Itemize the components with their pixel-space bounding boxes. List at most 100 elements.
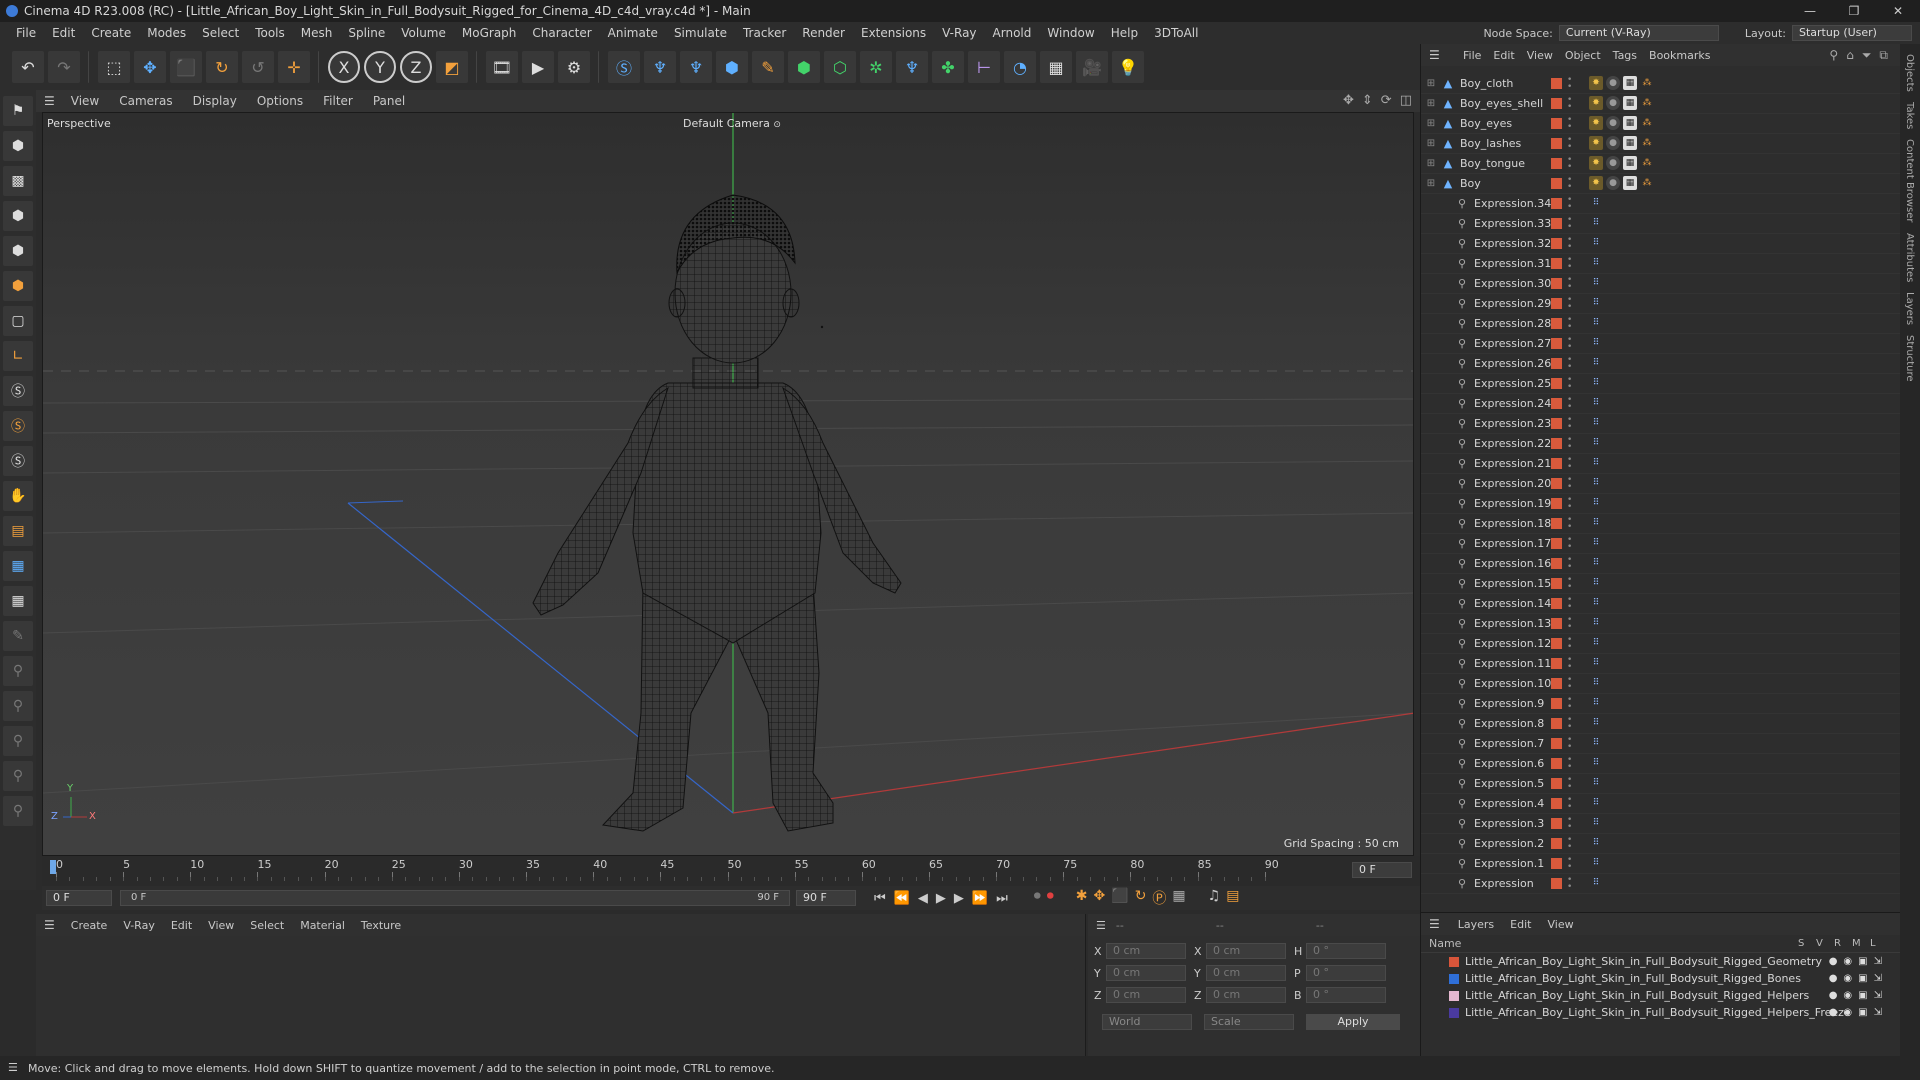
layer-color-swatch[interactable] — [1551, 558, 1562, 569]
layer-color-swatch[interactable] — [1551, 538, 1562, 549]
manager-icon[interactable]: ⇲ — [1874, 956, 1882, 967]
viewport-menu-display[interactable]: Display — [183, 94, 247, 108]
layer-color-swatch[interactable] — [1551, 358, 1562, 369]
menu-3dtoall[interactable]: 3DToAll — [1146, 26, 1206, 40]
snap-settings-icon[interactable]: Ⓢ — [3, 411, 33, 441]
object-menu-bookmarks[interactable]: Bookmarks — [1643, 49, 1716, 62]
go-to-start-icon[interactable]: ⏮ — [874, 891, 886, 906]
rotate-tool-icon[interactable]: ↻ — [206, 51, 238, 83]
object-row[interactable]: ⚲ Expression.10 • • ⠿ — [1421, 674, 1901, 694]
object-name[interactable]: Boy_tongue — [1460, 157, 1560, 170]
viewport-menu-cameras[interactable]: Cameras — [109, 94, 182, 108]
paint-icon[interactable]: ⚲ — [3, 656, 33, 686]
prev-frame-icon[interactable]: ◀ — [918, 891, 928, 906]
home-icon[interactable]: ⌂ — [1846, 48, 1854, 63]
object-menu-icon[interactable]: ☰ — [1429, 48, 1440, 62]
object-name[interactable]: Boy_eyes_shell — [1460, 97, 1560, 110]
visibility-dots-icon[interactable]: • • — [1567, 96, 1573, 112]
visible-icon[interactable]: ◉ — [1843, 956, 1852, 967]
material-tag-icon[interactable]: ● — [1606, 136, 1620, 150]
skin-tag-icon[interactable]: ⁂ — [1640, 96, 1654, 110]
visibility-dots-icon[interactable]: • • — [1567, 816, 1573, 832]
layer-color-swatch[interactable] — [1551, 458, 1562, 469]
object-row[interactable]: ⚲ Expression.26 • • ⠿ — [1421, 354, 1901, 374]
object-row[interactable]: ⚲ Expression.1 • • ⠿ — [1421, 854, 1901, 874]
object-row[interactable]: ⚲ Expression.3 • • ⠿ — [1421, 814, 1901, 834]
pose-morph-tag-icon[interactable]: ⠿ — [1589, 236, 1603, 250]
visibility-dots-icon[interactable]: • • — [1567, 536, 1573, 552]
layer-color-swatch[interactable] — [1551, 638, 1562, 649]
visibility-dots-icon[interactable]: • • — [1567, 456, 1573, 472]
visibility-dots-icon[interactable]: • • — [1567, 556, 1573, 572]
menu-file[interactable]: File — [8, 26, 44, 40]
weight-tag-icon[interactable]: ✸ — [1589, 136, 1603, 150]
smooth-icon[interactable]: ⚲ — [3, 691, 33, 721]
layer-color-swatch[interactable] — [1551, 518, 1562, 529]
object-row[interactable]: ⚲ Expression.13 • • ⠿ — [1421, 614, 1901, 634]
visibility-dots-icon[interactable]: • • — [1567, 736, 1573, 752]
layer-color-swatch[interactable] — [1551, 698, 1562, 709]
visibility-dots-icon[interactable]: • • — [1567, 476, 1573, 492]
uv-mode-icon[interactable]: ▢ — [3, 306, 33, 336]
menu-simulate[interactable]: Simulate — [666, 26, 735, 40]
edge-mode-icon[interactable]: ⬢ — [3, 236, 33, 266]
pose-morph-tag-icon[interactable]: ⠿ — [1589, 276, 1603, 290]
visibility-dots-icon[interactable]: • • — [1567, 236, 1573, 252]
menu-v-ray[interactable]: V-Ray — [934, 26, 984, 40]
search-icon[interactable]: ⚲ — [1829, 48, 1838, 63]
visibility-dots-icon[interactable]: • • — [1567, 876, 1573, 892]
visibility-dots-icon[interactable]: • • — [1567, 176, 1573, 192]
apply-button[interactable]: Apply — [1306, 1014, 1400, 1030]
coord-position-field[interactable]: 0 cm — [1106, 965, 1186, 981]
end-frame-field[interactable]: 90 F — [796, 890, 856, 906]
object-row[interactable]: ⚲ Expression.19 • • ⠿ — [1421, 494, 1901, 514]
frame-range-slider[interactable]: 0 F 90 F — [120, 890, 790, 906]
solo-icon[interactable]: ● — [1829, 990, 1838, 1001]
viewport-menu-options[interactable]: Options — [247, 94, 313, 108]
object-row[interactable]: ⚲ Expression.8 • • ⠿ — [1421, 714, 1901, 734]
pose-morph-tag-icon[interactable]: ⠿ — [1589, 676, 1603, 690]
object-row[interactable]: ⊞ ▲ Boy_lashes • • ✸ ● ▦ ⁂ — [1421, 134, 1901, 154]
layer-color-swatch[interactable] — [1551, 218, 1562, 229]
visible-icon[interactable]: ◉ — [1843, 990, 1852, 1001]
pose-morph-tag-icon[interactable]: ⠿ — [1589, 416, 1603, 430]
layer-color-swatch[interactable] — [1551, 318, 1562, 329]
object-row[interactable]: ⊞ ▲ Boy_eyes • • ✸ ● ▦ ⁂ — [1421, 114, 1901, 134]
point-mode-icon[interactable]: ⬢ — [3, 201, 33, 231]
material-menu-texture[interactable]: Texture — [353, 919, 409, 932]
keyframe-selection-icon[interactable]: ✱ — [1076, 888, 1088, 908]
floor-icon[interactable]: ▦ — [1040, 51, 1072, 83]
visibility-dots-icon[interactable]: • • — [1567, 376, 1573, 392]
menu-mesh[interactable]: Mesh — [293, 26, 341, 40]
play-icon[interactable]: ▶ — [936, 891, 946, 906]
timeline-ruler[interactable]: 0 5 10 15 20 25 30 35 40 45 50 55 60 65 70 75 80 85 90 0 F — [42, 856, 1420, 886]
layer-color-swatch[interactable] — [1449, 956, 1459, 967]
next-frame-icon[interactable]: ▶ — [954, 891, 964, 906]
expand-icon[interactable]: ⊞ — [1421, 138, 1441, 149]
live-selection-icon[interactable]: ⬚ — [98, 51, 130, 83]
layer-color-swatch[interactable] — [1551, 578, 1562, 589]
minimize-button[interactable]: — — [1788, 0, 1832, 22]
object-row[interactable]: ⚲ Expression.11 • • ⠿ — [1421, 654, 1901, 674]
material-menu-create[interactable]: Create — [63, 919, 116, 932]
menu-create[interactable]: Create — [83, 26, 139, 40]
object-row[interactable]: ⚲ Expression.27 • • ⠿ — [1421, 334, 1901, 354]
locked-workplane-icon[interactable]: ▦ — [3, 551, 33, 581]
object-row[interactable]: ⚲ Expression.30 • • ⠿ — [1421, 274, 1901, 294]
coord-size-field[interactable]: 0 cm — [1206, 965, 1286, 981]
scale-tool-icon[interactable]: ⬛ — [170, 51, 202, 83]
visibility-dots-icon[interactable]: • • — [1567, 756, 1573, 772]
object-row[interactable]: ⚲ Expression.24 • • ⠿ — [1421, 394, 1901, 414]
zoom-view-icon[interactable]: ⇕ — [1362, 93, 1373, 108]
layer-menu-view[interactable]: View — [1539, 918, 1581, 931]
pose-morph-tag-icon[interactable]: ⠿ — [1589, 556, 1603, 570]
layer-color-swatch[interactable] — [1551, 398, 1562, 409]
visibility-dots-icon[interactable]: • • — [1567, 856, 1573, 872]
render-view-icon[interactable]: 🎞 — [486, 51, 518, 83]
object-row[interactable]: ⚲ Expression.4 • • ⠿ — [1421, 794, 1901, 814]
object-row[interactable]: ⚲ Expression.15 • • ⠿ — [1421, 574, 1901, 594]
visibility-dots-icon[interactable]: • • — [1567, 796, 1573, 812]
coord-position-field[interactable]: 0 cm — [1106, 987, 1186, 1003]
sculpt-brush-icon[interactable]: ✎ — [3, 621, 33, 651]
viewport-menu-view[interactable]: View — [61, 94, 109, 108]
